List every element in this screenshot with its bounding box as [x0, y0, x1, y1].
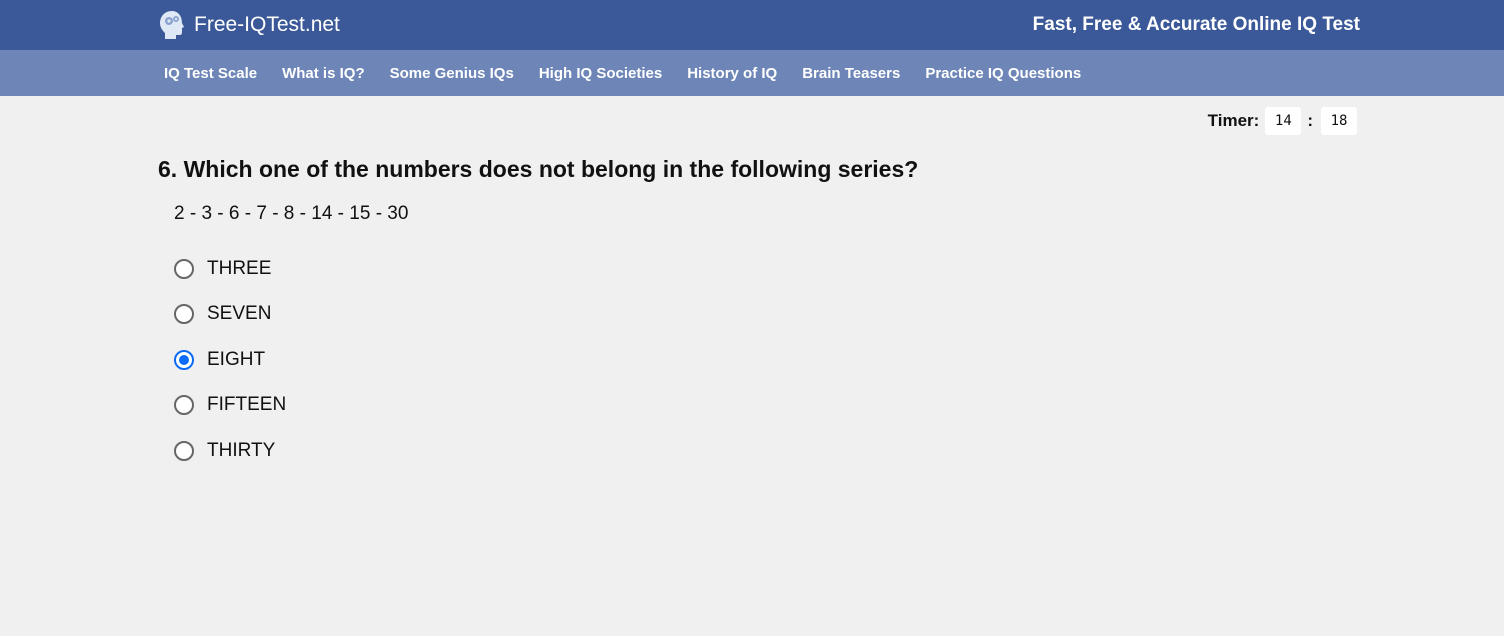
brand-name: Free-IQTest.net: [194, 13, 340, 36]
option-three[interactable]: THREE: [174, 246, 286, 292]
radio-button[interactable]: [174, 395, 194, 416]
timer-separator: :: [1307, 111, 1313, 130]
brain-head-icon: [158, 9, 186, 41]
main-nav: IQ Test Scale What is IQ? Some Genius IQ…: [0, 50, 1504, 96]
option-label: EIGHT: [207, 348, 266, 370]
option-label: FIFTEEN: [207, 394, 287, 416]
timer-minutes: 14: [1265, 107, 1302, 135]
nav-item-brain-teasers[interactable]: Brain Teasers: [802, 65, 900, 82]
site-tagline: Fast, Free & Accurate Online IQ Test: [1032, 14, 1360, 35]
nav-item-history-of-iq[interactable]: History of IQ: [687, 65, 777, 82]
nav-item-practice-iq-questions[interactable]: Practice IQ Questions: [925, 65, 1081, 82]
option-eight[interactable]: EIGHT: [174, 337, 286, 383]
radio-button[interactable]: [174, 304, 194, 325]
timer: Timer: 14 : 18: [1208, 107, 1357, 135]
timer-label: Timer:: [1207, 111, 1260, 130]
nav-item-iq-test-scale[interactable]: IQ Test Scale: [164, 65, 257, 82]
brand-logo-link[interactable]: Free-IQTest.net: [158, 9, 340, 41]
option-label: SEVEN: [207, 303, 272, 325]
nav-item-what-is-iq[interactable]: What is IQ?: [282, 65, 365, 82]
option-label: THREE: [207, 257, 272, 279]
option-label: THIRTY: [207, 439, 276, 461]
top-header: Free-IQTest.net Fast, Free & Accurate On…: [0, 0, 1504, 50]
answer-options: THREE SEVEN EIGHT FIFTEEN THIRTY: [174, 246, 286, 474]
radio-button[interactable]: [174, 258, 194, 279]
number-series: 2 - 3 - 6 - 7 - 8 - 14 - 15 - 30: [174, 203, 409, 224]
nav-item-high-iq-societies[interactable]: High IQ Societies: [539, 65, 662, 82]
option-seven[interactable]: SEVEN: [174, 292, 286, 338]
option-thirty[interactable]: THIRTY: [174, 428, 286, 474]
option-fifteen[interactable]: FIFTEEN: [174, 383, 286, 429]
timer-seconds: 18: [1321, 107, 1357, 135]
question-title: 6. Which one of the numbers does not bel…: [158, 156, 919, 182]
nav-item-some-genius-iqs[interactable]: Some Genius IQs: [390, 65, 514, 82]
radio-button[interactable]: [174, 440, 194, 461]
radio-button-selected[interactable]: [174, 349, 194, 370]
